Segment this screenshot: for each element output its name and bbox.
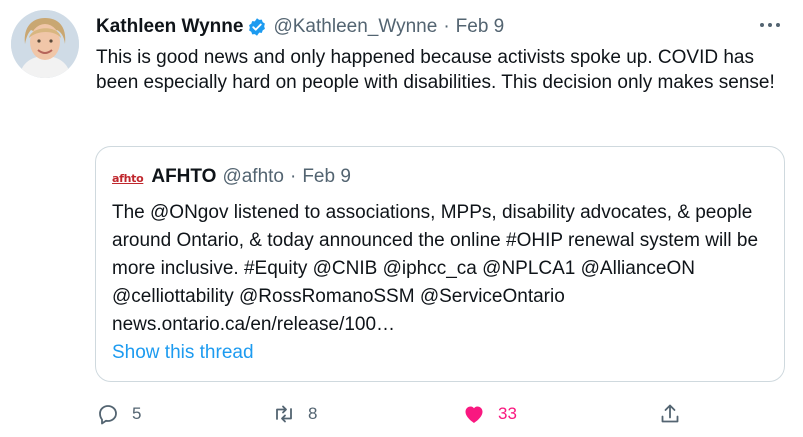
quote-text: The @ONgov listened to associations, MPP… xyxy=(112,202,759,335)
afhto-logo: afhto xyxy=(112,171,144,185)
share-button[interactable] xyxy=(658,400,682,428)
verified-badge-icon xyxy=(249,18,266,36)
more-options-button[interactable] xyxy=(753,10,787,40)
avatar-photo xyxy=(11,10,79,78)
like-count: 33 xyxy=(498,404,517,423)
reply-count: 5 xyxy=(132,404,142,423)
author-handle[interactable]: @Kathleen_Wynne xyxy=(273,16,437,38)
quote-author-name[interactable]: AFHTO xyxy=(151,166,216,188)
quote-author-handle[interactable]: @afhto xyxy=(222,166,284,188)
heart-icon xyxy=(465,406,483,423)
show-thread-link[interactable]: Show this thread xyxy=(112,342,254,364)
like-button[interactable]: 33 xyxy=(462,400,517,428)
quote-date[interactable]: Feb 9 xyxy=(302,166,351,188)
retweet-icon xyxy=(276,405,292,423)
tweet-header: Kathleen Wynne @Kathleen_Wynne · Feb 9 xyxy=(96,14,504,40)
tweet-date[interactable]: Feb 9 xyxy=(456,16,505,38)
separator-dot: · xyxy=(443,16,450,37)
author-name[interactable]: Kathleen Wynne xyxy=(96,16,243,38)
quoted-tweet[interactable]: afhto AFHTO @afhto · Feb 9 The @ONgov li… xyxy=(95,146,785,382)
tweet-text: This is good news and only happened beca… xyxy=(96,47,775,93)
share-icon xyxy=(661,404,679,423)
retweet-button[interactable]: 8 xyxy=(272,400,317,428)
tweet-actions: 5 8 33 xyxy=(96,400,796,428)
reply-button[interactable]: 5 xyxy=(96,400,141,428)
more-dots-icon xyxy=(760,23,780,27)
retweet-count: 8 xyxy=(308,404,318,423)
quote-separator-dot: · xyxy=(290,166,297,187)
avatar[interactable] xyxy=(11,10,79,78)
quote-header: afhto AFHTO @afhto · Feb 9 xyxy=(112,165,351,189)
reply-icon xyxy=(99,405,117,425)
